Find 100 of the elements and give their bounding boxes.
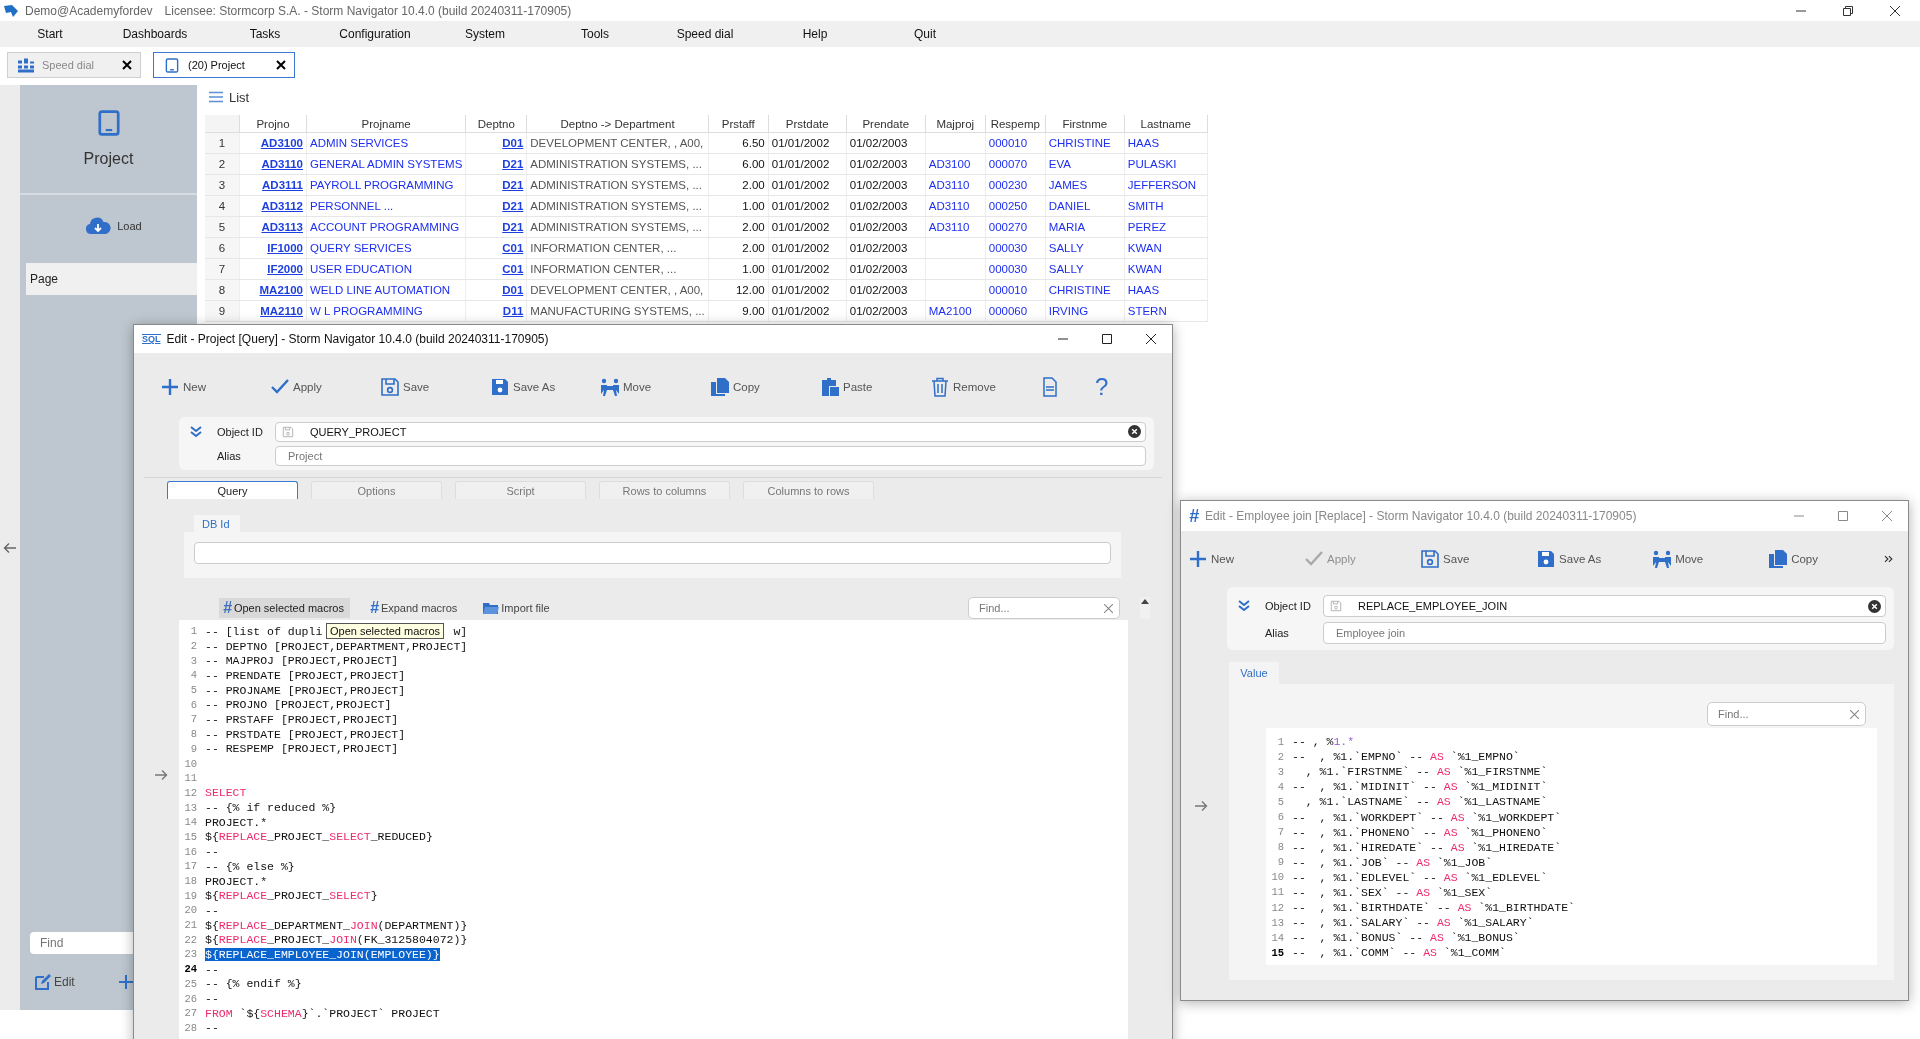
toolbar-button[interactable]: Save [1420,549,1537,569]
maximize-icon[interactable] [1102,334,1112,344]
macro-button[interactable]: Import file [479,598,556,618]
toolbar-button[interactable]: Move [600,377,710,397]
toolbar-button[interactable]: Copy [1768,549,1885,569]
find-field[interactable]: Find... [968,597,1120,619]
menu-icon[interactable] [209,91,223,103]
cell-link[interactable]: AD3113 [261,221,303,233]
cell-link[interactable]: D01 [502,137,524,149]
more-icon[interactable] [1884,555,1894,563]
page-item[interactable]: Page [26,263,197,295]
plus-icon[interactable] [118,975,133,989]
toolbar-button[interactable]: Save As [1536,549,1653,569]
table-cell: KWAN [1127,242,1162,254]
menu-item[interactable]: Tools [540,27,650,41]
menu-item[interactable]: Speed dial [650,27,760,41]
cell-link[interactable]: AD3112 [261,200,303,212]
arrow-right-icon[interactable] [154,769,168,781]
clear-icon[interactable] [1868,599,1881,613]
table-cell: ADMINISTRATION SYSTEMS, ... [530,179,702,191]
table-cell: 01/02/2003 [849,158,908,170]
menu-item[interactable]: Start [0,27,100,41]
column-header[interactable]: Deptno [465,115,527,133]
alias-field[interactable]: Project [275,445,1146,466]
cell-link[interactable]: IF2000 [267,263,303,275]
column-header[interactable]: Prstdate [768,115,847,133]
column-header[interactable]: Prstaff [708,115,769,133]
column-header[interactable]: Deptno -> Department [526,115,709,133]
close-icon[interactable] [122,60,132,70]
column-header[interactable]: Respemp [985,115,1046,133]
tab[interactable]: (20) Project [153,52,295,78]
close-icon[interactable] [276,60,286,70]
cell-link[interactable]: AD3111 [262,179,303,191]
code-text: ${REPLACE_PROJECT_SELECT_REDUCED} [205,830,433,844]
code-editor[interactable] [179,620,1128,1039]
restore-icon[interactable] [1843,5,1853,16]
tab[interactable]: Value [1229,662,1279,684]
tablet-icon [97,110,120,136]
close-icon[interactable] [1146,334,1156,344]
toolbar-button[interactable]: Save As [490,377,600,397]
tab[interactable]: Script [455,481,586,499]
arrow-left-icon[interactable] [3,541,17,554]
cell-link[interactable]: D01 [502,284,524,296]
cell-link[interactable]: D21 [502,179,524,191]
menu-item[interactable]: Configuration [320,27,430,41]
cell-link[interactable]: D21 [502,221,524,233]
db-id-field[interactable] [194,542,1111,564]
cell-link[interactable]: C01 [502,263,524,275]
table-cell: 01/01/2002 [771,179,830,191]
row-number: 7 [205,258,240,280]
field-label: Alias [1265,627,1290,639]
cell-link[interactable]: D21 [502,200,524,212]
close-icon[interactable] [1890,5,1900,16]
toolbar-button[interactable]: New [1188,549,1305,569]
menu-item[interactable]: Quit [870,27,980,41]
menu-item[interactable]: System [430,27,540,41]
code-text: -- PROJNO [PROJECT,PROJECT] [205,698,392,712]
cell-link[interactable]: MA2110 [260,305,303,317]
menu-item[interactable]: Tasks [210,27,320,41]
scroll-up-icon[interactable] [1140,597,1150,619]
cell-link[interactable]: AD3100 [260,137,303,149]
toolbar-button[interactable]: Move [1652,549,1769,569]
column-header[interactable]: Firstnme [1045,115,1125,133]
load-button[interactable]: Load [85,217,142,235]
column-header[interactable]: Prendate [846,115,926,133]
toolbar-button[interactable]: Remove [930,377,1040,397]
tab[interactable]: Query [167,481,298,499]
toolbar-button[interactable]: Save [380,377,490,397]
toolbar-button[interactable]: Apply [270,377,380,397]
column-header[interactable]: Projname [306,115,466,133]
toolbar-button[interactable]: Copy [710,377,820,397]
tab[interactable]: Rows to columns [599,481,730,499]
cell-link[interactable]: MA2100 [259,284,303,296]
cell-link[interactable]: C01 [502,242,524,254]
cell-link[interactable]: AD3110 [261,158,303,170]
macro-button[interactable]: #Open selected macros [219,598,350,618]
collapse-icon[interactable] [1237,599,1251,613]
cell-link[interactable]: IF1000 [267,242,303,254]
menu-item[interactable]: Dashboards [100,27,210,41]
column-header[interactable]: Projno [239,115,307,133]
cell-link[interactable]: D11 [502,305,524,317]
column-header[interactable]: Majproj [925,115,986,133]
toolbar-button[interactable]: Paste [820,377,930,397]
object-id-field[interactable]: REPLACE_EMPLOYEE_JOIN [1323,595,1886,617]
table-cell: INFORMATION CENTER, ... [530,263,677,275]
clear-icon[interactable] [1128,425,1141,438]
tab[interactable]: Columns to rows [743,481,874,499]
macro-button[interactable]: #Expand macros [365,598,464,618]
find-field[interactable]: Find... [1707,702,1866,726]
alias-field[interactable]: Employee join [1323,622,1886,644]
tab[interactable]: Options [311,481,442,499]
toolbar-button[interactable]: ? [1095,373,1150,401]
menu-item[interactable]: Help [760,27,870,41]
toolbar-button[interactable]: New [160,377,270,397]
cell-link[interactable]: D21 [502,158,524,170]
object-id-field[interactable]: QUERY_PROJECT [275,421,1146,442]
collapse-icon[interactable] [189,424,203,439]
arrow-right-icon[interactable] [1194,800,1208,812]
column-header[interactable]: Lastname [1124,115,1208,133]
edit-button[interactable]: Edit [35,974,75,990]
